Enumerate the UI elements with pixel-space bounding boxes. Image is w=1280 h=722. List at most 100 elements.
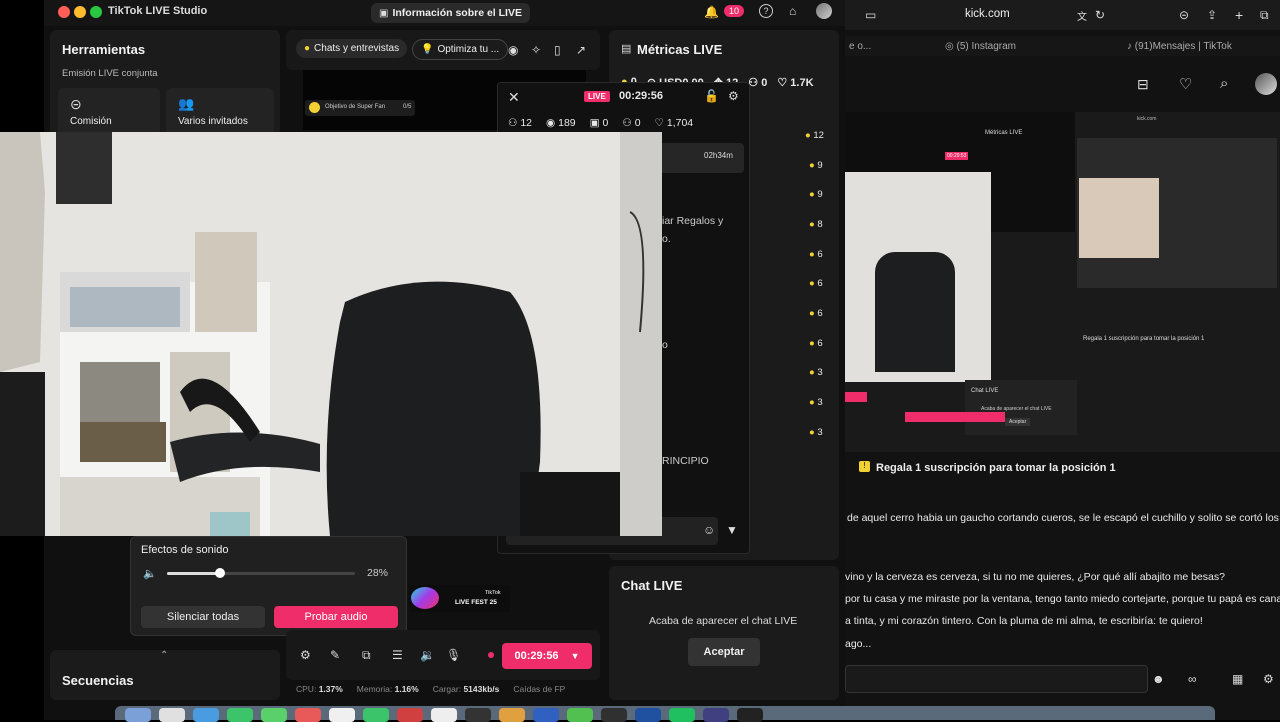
share-icon[interactable]: ⇪ <box>1207 8 1217 22</box>
sidebar-icon[interactable]: ▭ <box>865 8 876 22</box>
chart-icon: ▤ <box>621 43 632 55</box>
tabs-overview-icon[interactable]: ⧉ <box>1260 8 1269 23</box>
expand-icon[interactable]: ⌃ <box>160 650 168 661</box>
heart-icon: ♡ <box>654 117 664 129</box>
record-icon[interactable]: ◉ <box>508 43 518 57</box>
settings-icon[interactable]: ⚙ <box>300 648 311 662</box>
coin-icon: ● <box>809 219 815 230</box>
chevron-down-icon[interactable]: ▼ <box>571 651 580 661</box>
infinity-icon[interactable]: ∞ <box>1188 672 1197 686</box>
close-icon[interactable]: ✕ <box>508 89 520 106</box>
coin-icon: ● <box>809 367 815 378</box>
gift-icon: ▣ <box>589 117 600 129</box>
gift-text-fragment: o <box>662 339 668 351</box>
eye-icon: ◉ <box>546 117 556 129</box>
chat-input[interactable]: ☻ <box>845 665 1165 693</box>
mini-chat-panel: Chat LIVE Acaba de aparecer el chat LIVE… <box>965 380 1077 435</box>
volume-slider-handle[interactable] <box>214 568 225 578</box>
users-icon: 👥 <box>178 96 195 111</box>
avatar[interactable] <box>816 3 832 19</box>
gift-text-fragment: o. <box>662 233 671 245</box>
minimize-window-button[interactable] <box>74 6 86 18</box>
screen-share-icon[interactable]: ⧉ <box>362 648 371 663</box>
reload-icon[interactable]: ↻ <box>1095 8 1105 22</box>
emoji-icon[interactable]: ☻ <box>1152 672 1165 686</box>
gift-count: 6 <box>817 308 823 319</box>
translate-icon[interactable]: 文 <box>1077 8 1087 23</box>
live-fest-brand: TikTok <box>485 590 501 596</box>
coin-icon: ● <box>809 278 815 289</box>
mute-all-button[interactable]: Silenciar todas <box>141 606 265 628</box>
tab-item[interactable]: e o... <box>849 41 871 52</box>
volume-slider[interactable] <box>167 568 355 578</box>
microphone-icon[interactable]: 🎙 <box>446 648 461 662</box>
zoom-window-button[interactable] <box>90 6 102 18</box>
app-title: TikTok LIVE Studio <box>108 5 208 17</box>
help-icon[interactable]: ? <box>759 4 773 18</box>
notification-badge: 10 <box>724 5 745 17</box>
gifts-stat: ▣ 0 <box>590 117 609 129</box>
tool-multi-guest-label: Varios invitados <box>178 116 248 127</box>
sequences-title: Secuencias <box>62 673 134 688</box>
lightbulb-icon: 💡 <box>421 44 434 55</box>
follow-metric: ⚇ 0 <box>748 76 767 89</box>
mini-nested-stream <box>1077 138 1277 288</box>
new-tab-icon[interactable]: + <box>1235 7 1243 23</box>
tab-optimize[interactable]: 💡 Optimiza tu ... <box>412 39 509 60</box>
mini-accept: Aceptar <box>1005 418 1031 426</box>
share-icon[interactable]: ↗ <box>576 43 586 57</box>
chat-message: a tinta, y mi corazón tintero. Con la pl… <box>845 615 1203 627</box>
test-audio-button[interactable]: Probar audio <box>274 606 398 628</box>
chat-message: por tu casa y me miraste por la ventana,… <box>845 593 1280 605</box>
user-plus-icon: ⚇ <box>622 117 632 129</box>
coin-icon: ● <box>809 427 815 438</box>
likes-metric: ♡ 1.7K <box>777 76 813 89</box>
instagram-icon: ◎ <box>945 41 954 52</box>
chat-message: ago... <box>845 638 872 650</box>
tool-multi-guest[interactable]: 👥 Varios invitados <box>166 88 274 136</box>
coin-icon: ● <box>805 130 811 141</box>
bell-icon[interactable]: 🔔 <box>704 5 719 19</box>
live-info-button[interactable]: ▣ Información sobre el LIVE <box>371 3 530 23</box>
speaker-icon[interactable]: 🔉 <box>420 648 435 662</box>
user-avatar[interactable] <box>1255 73 1277 95</box>
follows-stat-value: 0 <box>634 117 641 129</box>
settings-icon[interactable]: ⚙ <box>1263 672 1274 686</box>
tab-chats-interviews[interactable]: ● Chats y entrevistas <box>296 39 408 58</box>
coin-icon: ● <box>809 249 815 260</box>
live-timer-button[interactable]: 00:29:56 ▼ <box>502 643 592 669</box>
chat-message: vino y la cerveza es cerveza, si tu no m… <box>845 571 1225 583</box>
heart-icon[interactable]: ♡ <box>1179 75 1192 93</box>
sparkle-icon[interactable]: ✧ <box>531 43 541 57</box>
likes-metric-value: 1.7K <box>790 77 814 89</box>
tool-commission[interactable]: ⊝ Comisión <box>58 88 160 136</box>
sliders-icon[interactable]: ☰ <box>392 648 403 662</box>
lock-icon[interactable]: 🔓 <box>704 89 719 103</box>
browser-window: ▭ kick.com 文 ↻ ⊝ ⇪ + ⧉ e o... ◎ (5) Inst… <box>845 0 1280 720</box>
close-window-button[interactable] <box>58 6 70 18</box>
tab-tiktok[interactable]: ♪ (91)Mensajes | TikTok <box>1127 41 1232 52</box>
tab-instagram[interactable]: ◎ (5) Instagram <box>945 41 1016 52</box>
emoji-icon[interactable]: ☺ <box>703 523 715 537</box>
filter-icon[interactable]: ▼ <box>726 523 738 537</box>
pinned-text: Regala 1 suscripción para tomar la posic… <box>876 462 1116 474</box>
office-chair <box>326 281 541 536</box>
search-icon[interactable]: ⌕ <box>1220 75 1228 92</box>
duration-box: 02h34m <box>658 143 744 173</box>
gift-count: 3 <box>817 367 823 378</box>
accept-button[interactable]: Aceptar <box>688 638 760 666</box>
gift-count: 3 <box>817 427 823 438</box>
magic-wand-icon[interactable]: ✎ <box>330 648 340 662</box>
gear-icon[interactable]: ⚙ <box>728 89 739 103</box>
gift-count-list: ● 12 ● 9 ● 9 ● 8 ● 6 ● 6 ● 6 ● 6 ● 3 ● 3… <box>779 130 829 450</box>
live-fest-banner: LIVE FEST 25 TikTok <box>409 585 510 612</box>
gift-box-icon[interactable]: ▦ <box>1232 672 1243 686</box>
viewers-stat: ⚇ 12 <box>508 117 532 129</box>
download-icon[interactable]: ⊝ <box>1179 8 1189 22</box>
home-icon[interactable]: ⌂ <box>789 4 796 18</box>
memory-value: 1.16% <box>394 684 419 694</box>
library-icon[interactable]: ⊟ <box>1137 76 1149 93</box>
url-bar[interactable]: kick.com <box>965 8 1010 20</box>
views-stat-value: 189 <box>558 117 576 129</box>
phone-icon[interactable]: ▯ <box>554 43 561 57</box>
